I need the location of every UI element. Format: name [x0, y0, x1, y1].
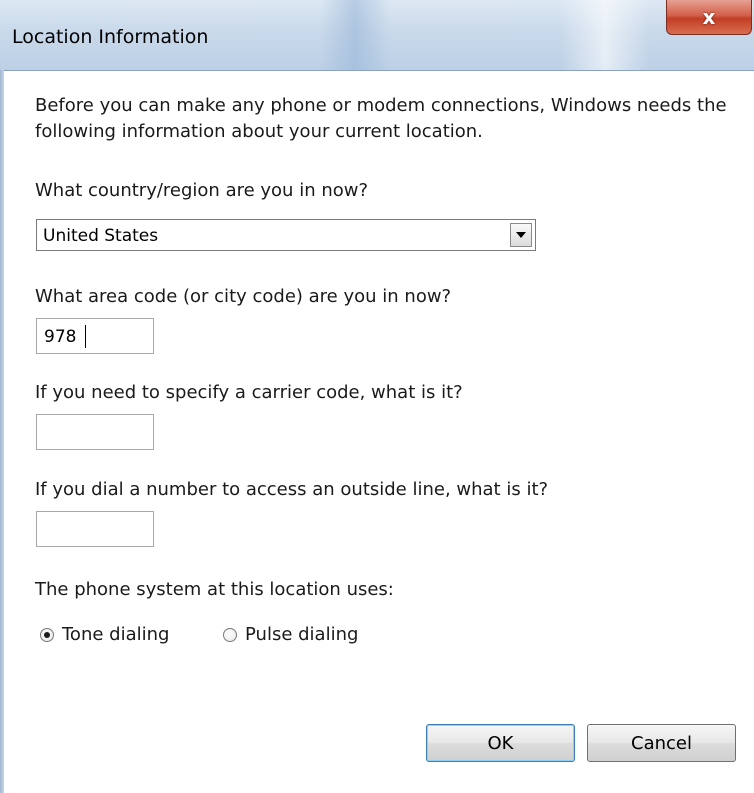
text-caret [85, 325, 86, 348]
outside-line-input[interactable] [36, 511, 154, 547]
cancel-button[interactable]: Cancel [587, 724, 736, 762]
carrier-code-input[interactable] [36, 414, 154, 450]
area-code-input[interactable]: 978 [36, 318, 154, 354]
title-bar-glass [320, 0, 390, 70]
country-dropdown-button[interactable] [510, 223, 532, 247]
close-button[interactable]: x [666, 0, 752, 35]
tone-dialing-label[interactable]: Tone dialing [62, 624, 169, 645]
country-select[interactable]: United States [36, 219, 536, 251]
carrier-code-label: If you need to specify a carrier code, w… [35, 382, 463, 403]
location-information-dialog: Location Information x Before you can ma… [0, 0, 754, 793]
pulse-dialing-label[interactable]: Pulse dialing [245, 624, 358, 645]
title-bar-glass-highlight [560, 0, 650, 70]
area-code-value: 978 [44, 327, 77, 347]
intro-text: Before you can make any phone or modem c… [35, 95, 727, 142]
phone-system-label: The phone system at this location uses: [35, 579, 394, 600]
outside-line-label: If you dial a number to access an outsid… [35, 479, 549, 500]
chevron-down-icon [516, 232, 526, 238]
close-icon: x [702, 5, 716, 29]
pulse-dialing-radio[interactable] [223, 628, 237, 642]
radio-selected-dot [44, 632, 50, 638]
window-title: Location Information [12, 26, 209, 48]
country-select-value: United States [43, 226, 159, 246]
title-bar[interactable]: Location Information x [0, 0, 754, 71]
dialog-body: Before you can make any phone or modem c… [4, 71, 754, 793]
ok-button[interactable]: OK [426, 724, 575, 762]
area-code-label: What area code (or city code) are you in… [35, 286, 452, 307]
tone-dialing-radio[interactable] [40, 628, 54, 642]
country-label: What country/region are you in now? [35, 180, 369, 201]
